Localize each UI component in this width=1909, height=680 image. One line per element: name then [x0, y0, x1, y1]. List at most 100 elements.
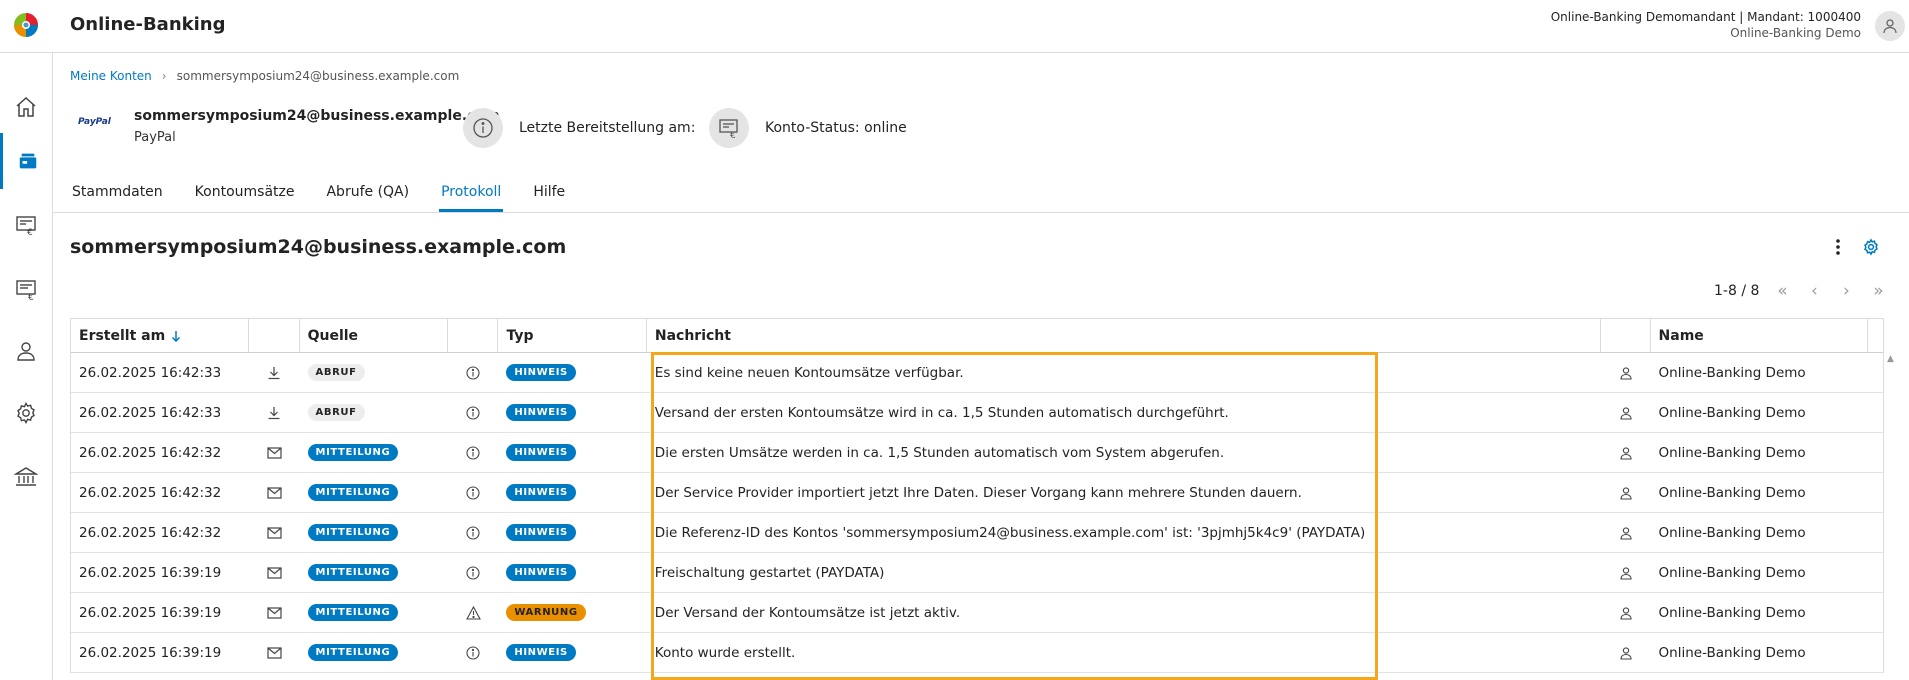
cell-type: HINWEIS [498, 393, 646, 432]
cell-message: Der Service Provider importiert jetzt Ih… [654, 484, 1302, 501]
previous-page-icon[interactable]: ‹ [1805, 281, 1823, 301]
cell-name: Online-Banking Demo [1658, 484, 1806, 501]
avatar[interactable] [1875, 11, 1905, 41]
table-row[interactable]: 26.02.2025 16:39:19 MITTEILUNG HINWEIS Frei… [71, 553, 1883, 593]
cell-message: Konto wurde erstellt. [654, 644, 796, 661]
cell-name: Online-Banking Demo [1658, 404, 1806, 421]
tab-abrufe[interactable]: Abrufe (QA) [324, 180, 411, 212]
source-badge: MITTEILUNG [307, 444, 399, 461]
tab-hilfe[interactable]: Hilfe [531, 180, 567, 212]
source-badge: ABRUF [307, 364, 365, 381]
scroll-gutter [1868, 513, 1883, 552]
download-icon [249, 393, 299, 432]
mail-icon [249, 593, 299, 632]
cell-name: Online-Banking Demo [1658, 644, 1806, 661]
more-vertical-icon [1836, 239, 1840, 255]
table-body: 26.02.2025 16:42:33 ABRUF HINWEIS Es sind k… [71, 353, 1883, 673]
sidebar-item-accounts[interactable] [0, 133, 52, 189]
cell-created: 26.02.2025 16:39:19 [79, 564, 222, 581]
type-badge: HINWEIS [506, 484, 576, 501]
sort-down-icon [172, 330, 181, 342]
tab-stammdaten[interactable]: Stammdaten [70, 180, 165, 212]
paypal-logo: PayPal [78, 117, 111, 127]
next-page-icon[interactable]: › [1837, 281, 1855, 301]
column-header-source[interactable]: Quelle [300, 319, 448, 352]
mail-icon [249, 513, 299, 552]
table-row[interactable]: 26.02.2025 16:39:19 MITTEILUNG HINWEIS Kont… [71, 633, 1883, 673]
info-icon [473, 118, 493, 138]
info-icon [448, 353, 498, 392]
download-icon [249, 353, 299, 392]
table-row[interactable]: 26.02.2025 16:42:32 MITTEILUNG HINWEIS Die … [71, 513, 1883, 553]
cell-source: ABRUF [300, 393, 448, 432]
warning-icon [448, 593, 498, 632]
sidebar-item-users[interactable] [0, 323, 52, 379]
column-header-message[interactable]: Nachricht [647, 319, 1602, 352]
statements-icon: € [16, 280, 36, 301]
cell-source: MITTEILUNG [300, 513, 448, 552]
cell-source: ABRUF [300, 353, 448, 392]
cell-name: Online-Banking Demo [1658, 444, 1806, 461]
table-row[interactable]: 26.02.2025 16:42:33 ABRUF HINWEIS Versand d… [71, 393, 1883, 433]
cell-name: Online-Banking Demo [1658, 524, 1806, 541]
sidebar-item-home[interactable] [0, 79, 52, 135]
more-options-button[interactable] [1832, 236, 1844, 258]
cell-created: 26.02.2025 16:39:19 [79, 604, 222, 621]
sidebar-item-payments[interactable]: € [0, 197, 52, 253]
account-provider: PayPal [134, 130, 176, 145]
cell-name: Online-Banking Demo [1658, 564, 1806, 581]
table-row[interactable]: 26.02.2025 16:42:33 ABRUF HINWEIS Es sind k… [71, 353, 1883, 393]
gear-icon [17, 402, 35, 424]
status-circle: € [709, 108, 749, 148]
table-settings-button[interactable] [1860, 236, 1882, 258]
cell-created: 26.02.2025 16:42:32 [79, 484, 222, 501]
type-badge: HINWEIS [506, 404, 576, 421]
user-icon [17, 342, 35, 361]
cell-type: HINWEIS [498, 433, 646, 472]
info-icon [448, 633, 498, 672]
type-badge: HINWEIS [506, 444, 576, 461]
sidebar-item-settings[interactable] [0, 385, 52, 441]
tab-kontoumsaetze[interactable]: Kontoumsätze [193, 180, 297, 212]
tab-protokoll[interactable]: Protokoll [439, 180, 504, 212]
column-header-type[interactable]: Typ [498, 319, 647, 352]
first-page-icon[interactable]: « [1773, 281, 1791, 301]
source-badge: MITTEILUNG [307, 564, 399, 581]
svg-text:€: € [730, 131, 736, 140]
scroll-gutter [1868, 473, 1883, 512]
page-range: 1-8 / 8 [1714, 283, 1760, 299]
svg-text:€: € [28, 293, 34, 301]
tab-bar: Stammdaten Kontoumsätze Abrufe (QA) Prot… [70, 180, 595, 212]
table-header: Erstellt am Quelle Typ Nachricht Name [71, 319, 1883, 353]
mail-icon [249, 473, 299, 512]
user-icon [1601, 553, 1650, 592]
source-badge: MITTEILUNG [307, 644, 399, 661]
cell-message: Die Referenz-ID des Kontos 'sommersympos… [654, 524, 1366, 541]
column-header-created[interactable]: Erstellt am [71, 319, 250, 352]
scroll-up-icon[interactable]: ▲ [1887, 354, 1894, 364]
sidebar-item-bank[interactable] [0, 449, 52, 505]
last-provision-label: Letzte Bereitstellung am: [519, 120, 696, 136]
scroll-gutter [1868, 593, 1883, 632]
mail-icon [249, 433, 299, 472]
column-header-type-icon [448, 319, 499, 352]
cell-source: MITTEILUNG [300, 633, 448, 672]
sidebar: € € [0, 53, 53, 680]
column-header-name[interactable]: Name [1651, 319, 1869, 352]
sidebar-item-statements[interactable]: € [0, 261, 52, 317]
table-row[interactable]: 26.02.2025 16:39:19 MITTEILUNG WARNUNG Der … [71, 593, 1883, 633]
table-row[interactable]: 26.02.2025 16:42:32 MITTEILUNG HINWEIS Die … [71, 433, 1883, 473]
user-icon [1601, 473, 1650, 512]
table-row[interactable]: 26.02.2025 16:42:32 MITTEILUNG HINWEIS Der … [71, 473, 1883, 513]
payments-icon: € [16, 216, 36, 237]
cell-created: 26.02.2025 16:42:32 [79, 444, 222, 461]
cell-created: 26.02.2025 16:42:33 [79, 364, 222, 381]
cell-source: MITTEILUNG [300, 593, 448, 632]
last-page-icon[interactable]: » [1869, 281, 1887, 301]
cell-type: HINWEIS [498, 553, 646, 592]
user-icon [1601, 393, 1650, 432]
home-icon [16, 96, 36, 117]
breadcrumb-link-my-accounts[interactable]: Meine Konten [70, 69, 152, 83]
cell-name: Online-Banking Demo [1658, 604, 1806, 621]
app-logo-icon[interactable] [13, 12, 39, 38]
